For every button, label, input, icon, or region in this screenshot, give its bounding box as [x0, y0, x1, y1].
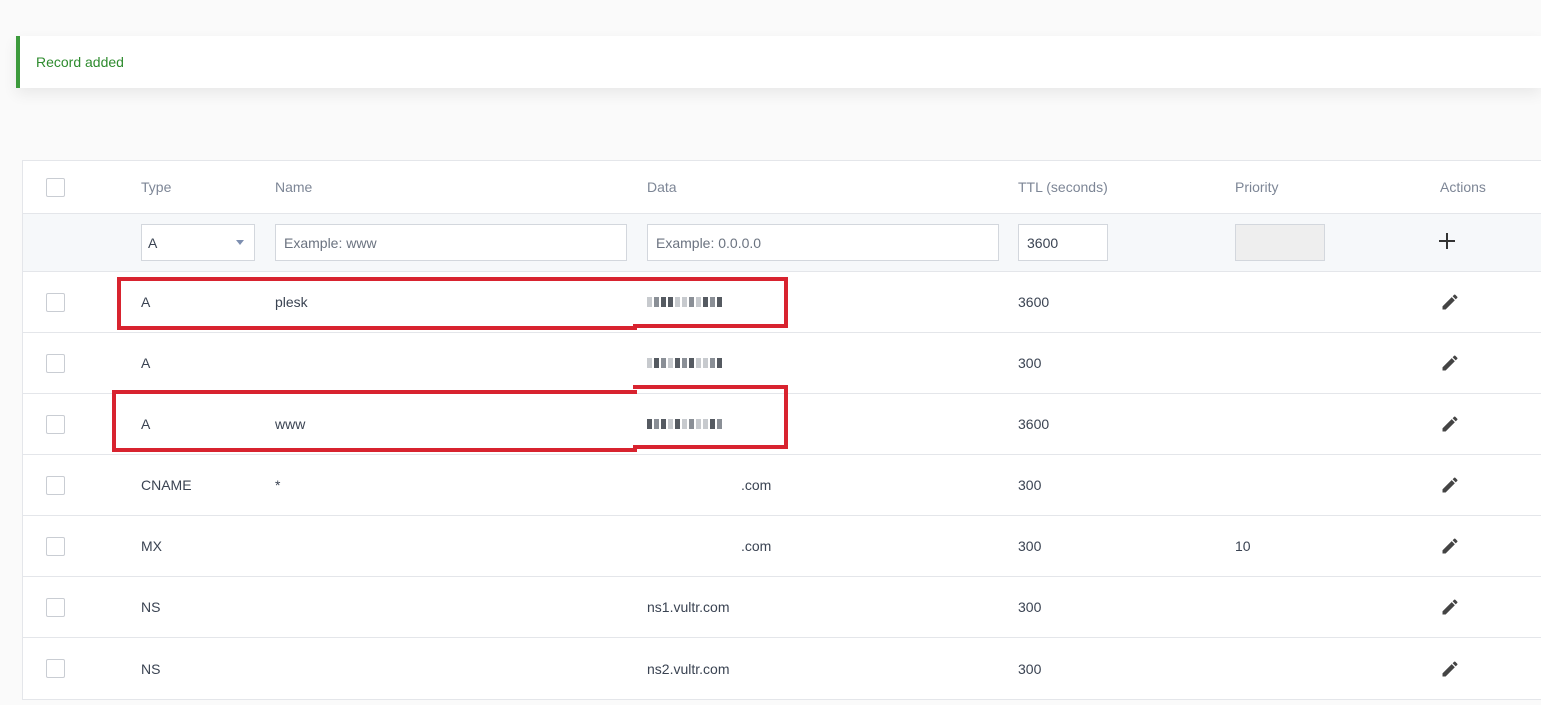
- record-data: .com: [741, 477, 772, 493]
- header-name: Name: [275, 179, 313, 195]
- record-data-redacted: [647, 333, 722, 393]
- row-checkbox[interactable]: [46, 292, 65, 312]
- pencil-icon[interactable]: [1440, 597, 1460, 617]
- record-data-redacted: [647, 394, 722, 454]
- table-row: A plesk 3600: [23, 272, 1541, 333]
- pencil-icon[interactable]: [1440, 536, 1460, 556]
- record-ttl: 300: [1018, 599, 1042, 615]
- header-priority: Priority: [1235, 179, 1279, 195]
- plus-icon[interactable]: [1437, 231, 1457, 251]
- record-ttl: 300: [1018, 660, 1042, 677]
- success-notice: Record added: [16, 36, 1541, 88]
- row-checkbox[interactable]: [46, 659, 65, 678]
- record-type: MX: [141, 538, 162, 554]
- table-row: CNAME * .com 300: [23, 455, 1541, 516]
- record-type: A: [141, 355, 151, 371]
- table-row: A www 3600: [23, 394, 1541, 455]
- ttl-input[interactable]: [1018, 224, 1108, 261]
- table-header: Type Name Data TTL (seconds) Priority Ac…: [23, 161, 1541, 214]
- pencil-icon[interactable]: [1440, 659, 1460, 679]
- header-data: Data: [647, 179, 677, 195]
- record-type: CNAME: [141, 477, 192, 493]
- data-input[interactable]: [647, 224, 999, 261]
- header-ttl: TTL (seconds): [1018, 179, 1108, 195]
- name-input[interactable]: [275, 224, 627, 261]
- add-record-row: A: [23, 214, 1541, 272]
- record-ttl: 3600: [1018, 416, 1050, 432]
- record-name: plesk: [275, 294, 308, 310]
- row-checkbox[interactable]: [46, 597, 65, 617]
- caret-down-icon: [236, 240, 244, 245]
- record-type: NS: [141, 660, 161, 677]
- table-row: NS ns2.vultr.com 300: [23, 638, 1541, 699]
- record-ttl: 300: [1018, 477, 1042, 493]
- record-data: .com: [741, 538, 772, 554]
- record-data-redacted: [647, 272, 722, 332]
- dns-records-table: Type Name Data TTL (seconds) Priority Ac…: [22, 160, 1541, 700]
- row-checkbox[interactable]: [46, 475, 65, 495]
- pencil-icon[interactable]: [1440, 475, 1460, 495]
- row-checkbox[interactable]: [46, 353, 65, 373]
- type-select[interactable]: A: [141, 224, 255, 261]
- record-ttl: 300: [1018, 538, 1042, 554]
- priority-input[interactable]: [1235, 224, 1325, 261]
- select-all-checkbox[interactable]: [46, 177, 65, 197]
- row-checkbox[interactable]: [46, 536, 65, 556]
- record-type: A: [141, 416, 151, 432]
- record-name: www: [275, 416, 306, 432]
- type-select-value: A: [148, 234, 158, 251]
- pencil-icon[interactable]: [1440, 292, 1460, 312]
- record-data: ns1.vultr.com: [647, 599, 730, 615]
- record-type: NS: [141, 599, 161, 615]
- table-row: MX .com 300 10: [23, 516, 1541, 577]
- record-priority: 10: [1235, 538, 1251, 554]
- table-row: A 300: [23, 333, 1541, 394]
- record-data: ns2.vultr.com: [647, 660, 730, 677]
- table-row: NS ns1.vultr.com 300: [23, 577, 1541, 638]
- header-type: Type: [141, 179, 172, 195]
- header-actions: Actions: [1440, 179, 1486, 195]
- record-ttl: 3600: [1018, 294, 1050, 310]
- pencil-icon[interactable]: [1440, 353, 1460, 373]
- notice-message: Record added: [36, 54, 124, 70]
- row-checkbox[interactable]: [46, 414, 65, 434]
- record-ttl: 300: [1018, 355, 1042, 371]
- pencil-icon[interactable]: [1440, 414, 1460, 434]
- record-name: *: [275, 477, 281, 493]
- record-type: A: [141, 294, 151, 310]
